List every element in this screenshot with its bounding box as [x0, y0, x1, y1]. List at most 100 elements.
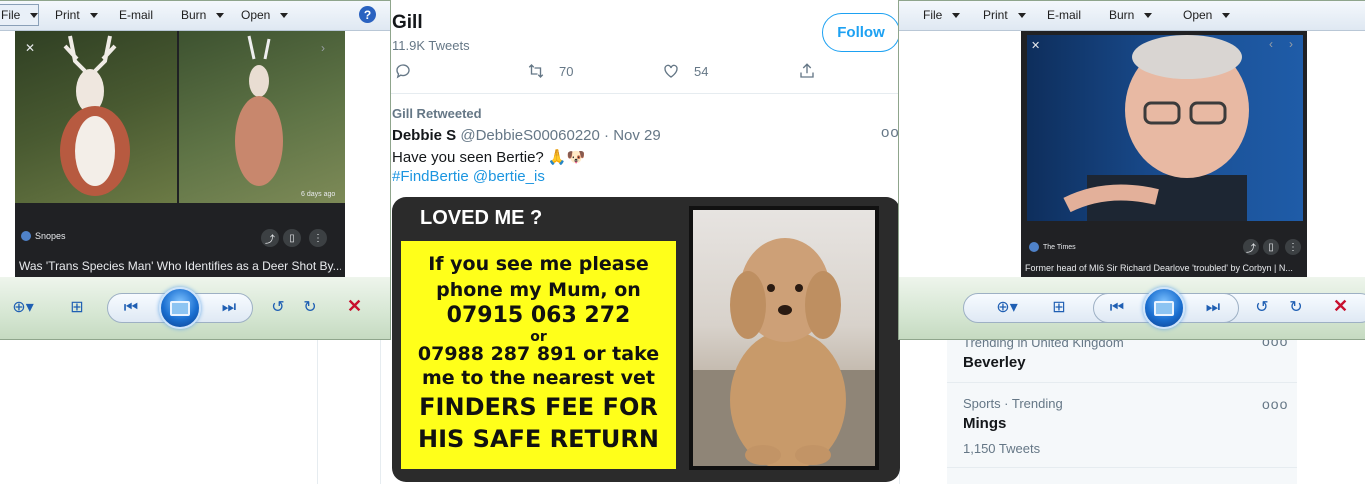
hashtag-link[interactable]: #FindBertie: [392, 168, 469, 185]
chevron-right-icon[interactable]: ›: [1289, 37, 1293, 51]
more-vert-icon[interactable]: ⋮: [1285, 239, 1301, 255]
chevron-down-icon: [1222, 13, 1231, 19]
menu-file[interactable]: File: [923, 8, 961, 22]
viewer-toolbar: ⊕▾ ⊞ ⏮ ⏭ ↺ ↻ ✕: [0, 277, 390, 339]
tweet-text: Have you seen Bertie? 🙏🐶: [392, 149, 586, 166]
menu-bar: File Print E-mail Burn Open ?: [0, 1, 390, 31]
share-button[interactable]: [798, 62, 816, 80]
chevron-right-icon[interactable]: ›: [321, 41, 325, 55]
divider: [947, 467, 1297, 468]
slideshow-button[interactable]: [1143, 287, 1185, 329]
menu-print[interactable]: Print: [55, 8, 98, 22]
chevron-down-icon: [280, 13, 289, 19]
google-image-card: ✕ ‹ › The Times ⤴ ▯ ⋮ Former head of MI6…: [1021, 31, 1307, 277]
column-divider: [317, 330, 318, 484]
like-button[interactable]: 54: [662, 62, 708, 80]
heart-icon: [664, 64, 678, 78]
menu-print-label: Print: [983, 8, 1008, 22]
tweet-links: #FindBertie @bertie_is: [392, 168, 545, 185]
image-caption[interactable]: Was 'Trans Species Man' Who Identifies a…: [19, 259, 341, 273]
actual-size-icon[interactable]: ⊞: [65, 297, 89, 317]
share-icon[interactable]: ⤴: [261, 229, 279, 247]
menu-open-label: Open: [1183, 8, 1213, 22]
previous-icon[interactable]: ⏮: [1105, 299, 1129, 317]
trend-name[interactable]: Beverley: [963, 354, 1026, 371]
menu-burn[interactable]: Burn: [1109, 8, 1153, 22]
deer-statue-photo: [15, 31, 177, 203]
menu-file-label: File: [1, 8, 21, 22]
more-options-icon[interactable]: ooo: [1262, 396, 1288, 412]
menu-open[interactable]: Open: [241, 8, 289, 22]
share-icon: [800, 63, 814, 78]
slideshow-icon: [170, 300, 190, 316]
author-handle[interactable]: @DebbieS00060220: [460, 127, 600, 144]
google-image-card: ✕ › 6 days ago Snopes ⤴ ▯ ⋮ Was 'Trans S…: [15, 31, 345, 277]
delete-icon[interactable]: ✕: [1333, 296, 1348, 317]
dog-photo-frame: [689, 206, 879, 470]
mention-link[interactable]: @bertie_is: [473, 168, 545, 185]
poster-title: LOVED ME ?: [420, 207, 543, 229]
chevron-down-icon: [1144, 13, 1153, 19]
chevron-down-icon: [216, 13, 225, 19]
menu-bar: File Print E-mail Burn Open: [899, 1, 1365, 31]
menu-burn-label: Burn: [181, 8, 207, 22]
share-icon[interactable]: ⤴: [1243, 239, 1259, 255]
photo-area: ✕ › 6 days ago Snopes ⤴ ▯ ⋮ Was 'Trans S…: [0, 31, 390, 277]
poster-line: HIS SAFE RETURN: [418, 425, 659, 453]
image-source[interactable]: Snopes: [21, 231, 66, 241]
menu-email[interactable]: E-mail: [1047, 8, 1081, 22]
rotate-right-icon[interactable]: ↻: [1285, 297, 1307, 317]
image-caption[interactable]: Former head of MI6 Sir Richard Dearlove …: [1025, 263, 1305, 273]
actual-size-icon[interactable]: ⊞: [1047, 297, 1071, 317]
retweeted-label: Gill Retweeted: [392, 106, 482, 121]
retweet-button[interactable]: 70: [527, 62, 573, 80]
next-icon[interactable]: ⏭: [217, 299, 241, 317]
help-icon[interactable]: ?: [359, 6, 376, 23]
zoom-icon[interactable]: ⊕▾: [989, 297, 1025, 317]
bookmark-icon[interactable]: ▯: [1263, 239, 1279, 255]
rotate-right-icon[interactable]: ↻: [299, 297, 321, 317]
chevron-down-icon: [30, 13, 39, 19]
tweet-actions: 70 54: [392, 62, 832, 86]
trend-name[interactable]: Mings: [963, 415, 1006, 432]
tweet-date[interactable]: · Nov 29: [604, 127, 661, 144]
follow-button[interactable]: Follow: [822, 13, 900, 52]
retweet-count: 70: [559, 63, 574, 79]
zoom-icon[interactable]: ⊕▾: [5, 297, 41, 317]
reply-button[interactable]: [394, 62, 412, 80]
menu-email[interactable]: E-mail: [119, 8, 153, 22]
image-source[interactable]: The Times: [1029, 242, 1076, 252]
poster-line: FINDERS FEE FOR: [419, 393, 658, 421]
more-vert-icon[interactable]: ⋮: [309, 229, 327, 247]
close-icon[interactable]: ✕: [1031, 39, 1040, 52]
rotate-left-icon[interactable]: ↺: [1251, 297, 1273, 317]
bookmark-icon[interactable]: ▯: [283, 229, 301, 247]
chevron-down-icon: [952, 13, 961, 19]
chevron-down-icon: [1017, 13, 1026, 19]
tweet-count: 11.9K Tweets: [392, 38, 470, 53]
previous-icon[interactable]: ⏮: [119, 299, 143, 317]
menu-open[interactable]: Open: [1183, 8, 1231, 22]
rotate-left-icon[interactable]: ↺: [267, 297, 289, 317]
image-age: 6 days ago: [301, 191, 336, 198]
deer-statue-illustration: [60, 35, 130, 196]
menu-print[interactable]: Print: [983, 8, 1026, 22]
photo-viewer-right: File Print E-mail Burn Open ✕ ‹ › The Ti…: [898, 0, 1365, 340]
trend-count: 1,150 Tweets: [963, 441, 1041, 456]
delete-icon[interactable]: ✕: [347, 296, 362, 317]
menu-file[interactable]: File: [1, 8, 39, 22]
author-name[interactable]: Debbie S: [392, 127, 456, 144]
poster-line: 07988 287 891 or take: [417, 343, 660, 365]
tweet-author: Debbie S @DebbieS00060220 · Nov 29: [392, 127, 661, 144]
poster-line: phone my Mum, on: [436, 279, 641, 301]
slideshow-button[interactable]: [159, 287, 201, 329]
tweet-image[interactable]: LOVED ME ? If you see me please phone my…: [392, 197, 900, 482]
dog-photo: [693, 210, 875, 466]
chevron-left-icon[interactable]: ‹: [1269, 37, 1273, 51]
menu-burn[interactable]: Burn: [181, 8, 225, 22]
menu-print-label: Print: [55, 8, 80, 22]
like-count: 54: [694, 63, 709, 79]
close-icon[interactable]: ✕: [25, 41, 35, 55]
next-icon[interactable]: ⏭: [1201, 299, 1225, 317]
poster-notice: If you see me please phone my Mum, on 07…: [401, 241, 676, 469]
